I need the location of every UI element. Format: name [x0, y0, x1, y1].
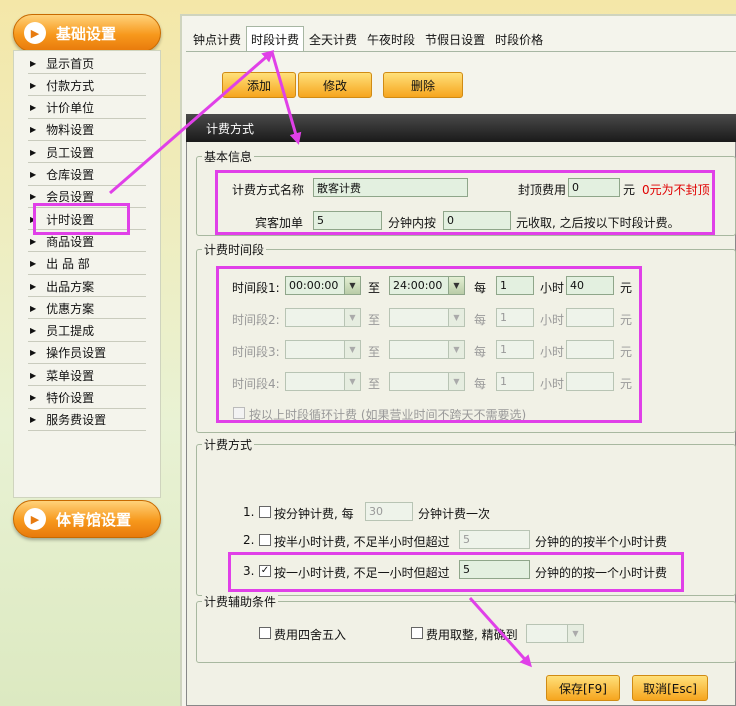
arrow-to-save [468, 596, 533, 668]
arrow-to-dialog [270, 51, 302, 145]
annotation-arrows [109, 50, 533, 668]
arrow-to-tab [109, 50, 275, 195]
